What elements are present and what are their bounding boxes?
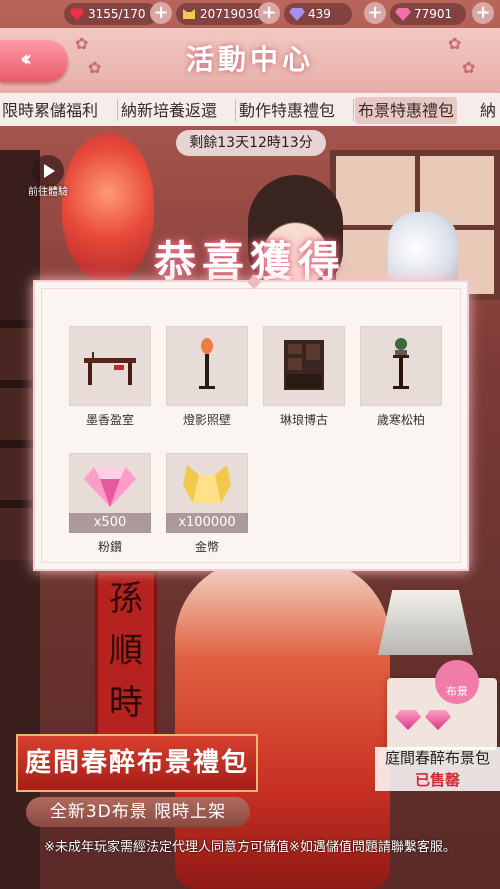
sold-out-label: 已售罄 [375,769,500,791]
promo-subtitle: 全新3D布景 限時上架 [26,797,250,827]
bonsai-stand-icon [393,338,409,389]
item-name: 琳琅博古 [279,413,328,427]
lamp-shade [378,590,473,655]
couplet-char: 順 [109,631,143,671]
tab-more[interactable]: 納 [480,97,496,124]
item-quantity: x500 [69,513,151,533]
heart-value: 3155/170 [88,7,146,21]
gold-cat-coin-icon [183,465,231,503]
countdown-timer: 剩餘13天12時13分 [176,130,326,156]
couplet-char: 時 [109,683,143,723]
item-name: 墨香盈室 [85,413,134,427]
promo-banner[interactable]: 庭間春醉布景禮包 [16,734,258,792]
pink-diamond-icon [84,467,136,507]
tab-divider [353,99,354,121]
diamond-icon [289,8,305,21]
standing-lamp-icon [199,338,215,389]
tab-new-cultivation[interactable]: 納新培養返還 [121,97,217,124]
add-diamond-button[interactable]: + [364,2,386,24]
reward-panel[interactable]: 墨香盈室 燈影照壁 琳琅博古 歲寒松柏 x500 粉鑽 x100000 金幣 [33,274,469,571]
pink-diamond-counter: 77901 [390,3,466,25]
diamond-value: 439 [308,7,331,21]
pink-diamond-value: 77901 [414,7,453,21]
tab-cumulative-topup[interactable]: 限時累儲福利 [2,97,98,124]
coin-counter: 20719030 [176,3,268,25]
tab-action-pack[interactable]: 動作特惠禮包 [239,97,335,124]
tab-bar: 限時累儲福利 納新培養返還 動作特惠禮包 布景特惠禮包 納 [0,93,500,126]
page-title: 活動中心 [185,43,314,76]
legal-notice: ※未成年玩家需經法定代理人同意方可儲值※如遇儲值問題請聯繫客服。 [44,840,456,855]
heart-counter: 3155/170 [64,3,158,25]
couplet-char: 孫 [109,579,143,619]
item-name: 金幣 [194,540,219,554]
pack-name: 庭間春醉布景包 [375,747,500,769]
pack-badge: 布景 [435,660,479,704]
add-heart-button[interactable]: + [150,2,172,24]
scene-pack-card[interactable]: 布景 庭間春醉布景包 已售罄 [375,660,500,791]
tab-scene-pack[interactable]: 布景特惠禮包 [355,97,458,124]
try-now-button[interactable]: 前往體驗 [22,155,74,205]
heart-icon [70,8,84,20]
resource-bar: 3155/170 + 20719030 + 439 + 77901 + [0,0,500,28]
add-coin-button[interactable]: + [258,2,280,24]
coin-value: 20719030 [200,7,262,21]
item-name: 歲寒松柏 [376,413,425,427]
add-pink-diamond-button[interactable]: + [472,2,494,24]
cat-coin-icon [183,9,195,19]
pink-diamond-icon [395,8,411,21]
tab-divider [235,99,236,121]
item-quantity: x100000 [166,513,248,533]
curio-cabinet-icon [284,340,324,390]
item-name: 粉鑽 [97,540,122,554]
try-now-label: 前往體驗 [28,187,68,198]
item-name: 燈影照壁 [182,413,231,427]
tab-divider [117,99,118,121]
promo-title: 庭間春醉布景禮包 [24,748,249,778]
diamond-counter: 439 [284,3,352,25]
writing-desk-icon [84,352,136,385]
